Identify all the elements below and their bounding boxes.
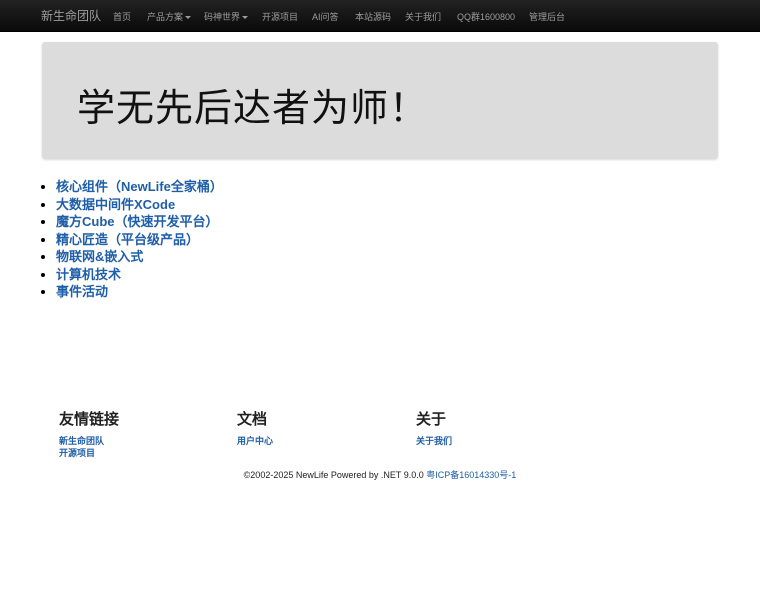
list-item: 计算机技术: [56, 266, 223, 284]
icp-link[interactable]: 粤ICP备16014330号-1: [426, 470, 516, 480]
nav-coding-world-dropdown[interactable]: 码神世界: [204, 10, 249, 23]
nav-qq-group[interactable]: QQ群1600800: [457, 10, 515, 23]
nav-ai-qa[interactable]: AI问答: [312, 10, 339, 23]
brand-link[interactable]: 新生命团队: [41, 7, 101, 24]
hero-title: 学无先后达者为师！: [77, 88, 429, 130]
footer-link-open-source[interactable]: 开源项目: [59, 447, 119, 459]
nav-site-source[interactable]: 本站源码: [355, 10, 391, 23]
list-item: 事件活动: [56, 283, 223, 301]
footer-heading: 文档: [237, 411, 268, 428]
link-iot-embedded[interactable]: 物联网&嵌入式: [56, 249, 143, 264]
footer-link-newlife[interactable]: 新生命团队: [59, 435, 119, 447]
nav-coding-world-label: 码神世界: [204, 12, 241, 22]
list-item: 精心匠造（平台级产品）: [56, 231, 223, 249]
footer-link-user-center[interactable]: 用户中心: [237, 435, 273, 447]
nav-products-label: 产品方案: [147, 12, 184, 22]
list-item: 大数据中间件XCode: [56, 196, 223, 214]
footer-docs: 文档 用户中心: [237, 408, 273, 447]
category-list: 核心组件（NewLife全家桶） 大数据中间件XCode 魔方Cube（快速开发…: [38, 178, 223, 301]
list-item: 物联网&嵌入式: [56, 248, 223, 266]
link-computer-tech[interactable]: 计算机技术: [56, 267, 121, 282]
top-navbar: 新生命团队 首页 产品方案 码神世界 开源项目 AI问答 本站源码 关于我们 Q…: [0, 0, 760, 32]
nav-open-source[interactable]: 开源项目: [262, 10, 298, 23]
copyright-bar: ©2002-2025 NewLife Powered by .NET 9.0.0…: [0, 468, 760, 481]
copyright-text: ©2002-2025 NewLife Powered by .NET 9.0.0: [243, 470, 424, 480]
footer-heading: 关于: [416, 411, 447, 428]
link-core-components[interactable]: 核心组件（NewLife全家桶）: [56, 179, 223, 194]
footer-heading: 友情链接: [59, 411, 120, 428]
chevron-down-icon: [185, 16, 192, 20]
chevron-down-icon: [242, 16, 249, 20]
list-item: 核心组件（NewLife全家桶）: [56, 178, 223, 196]
link-platform-products[interactable]: 精心匠造（平台级产品）: [56, 232, 199, 247]
nav-home[interactable]: 首页: [113, 10, 131, 23]
footer-friend-links: 友情链接 新生命团队 开源项目: [59, 408, 119, 459]
nav-admin[interactable]: 管理后台: [529, 10, 565, 23]
nav-about-us[interactable]: 关于我们: [405, 10, 441, 23]
footer-link-about-us[interactable]: 关于我们: [416, 435, 452, 447]
footer-about: 关于 关于我们: [416, 408, 452, 447]
link-events[interactable]: 事件活动: [56, 284, 108, 299]
link-xcode[interactable]: 大数据中间件XCode: [56, 197, 175, 212]
list-item: 魔方Cube（快速开发平台）: [56, 213, 223, 231]
hero-banner: 学无先后达者为师！: [42, 42, 718, 159]
nav-products-dropdown[interactable]: 产品方案: [147, 10, 192, 23]
link-cube[interactable]: 魔方Cube（快速开发平台）: [56, 214, 219, 229]
